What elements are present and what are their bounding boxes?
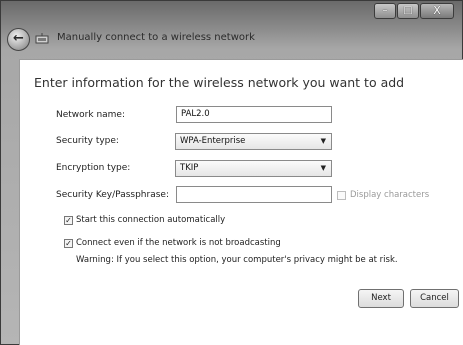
connect-hidden-label: Connect even if the network is not broad… [76, 238, 281, 248]
encryption-type-value: TKIP [180, 163, 199, 173]
encryption-type-label: Encryption type: [56, 163, 131, 173]
back-button[interactable]: ← [7, 28, 30, 51]
chevron-down-icon: ▼ [320, 137, 326, 145]
security-type-value: WPA-Enterprise [180, 136, 246, 146]
security-type-select[interactable]: WPA-Enterprise ▼ [175, 133, 332, 150]
dialog-window: – □ X ← Manually connect to a wireless n… [0, 0, 463, 345]
encryption-type-select[interactable]: TKIP ▼ [175, 160, 332, 177]
start-automatically-label: Start this connection automatically [76, 215, 226, 225]
security-type-label: Security type: [56, 136, 119, 146]
network-name-input[interactable]: PAL2.0 [176, 106, 332, 123]
network-name-label: Network name: [56, 110, 125, 120]
security-key-input[interactable] [176, 186, 332, 203]
connect-hidden-checkbox[interactable]: ✓ [64, 239, 73, 248]
minimize-button[interactable]: – [374, 3, 396, 19]
page-heading: Enter information for the wireless netwo… [34, 75, 405, 90]
start-automatically-checkbox[interactable]: ✓ [64, 216, 73, 225]
caption-buttons: – □ X [374, 3, 454, 19]
wireless-network-icon [35, 33, 49, 44]
next-button[interactable]: Next [358, 289, 404, 308]
security-key-label: Security Key/Passphrase: [56, 190, 169, 200]
privacy-warning: Warning: If you select this option, your… [76, 255, 398, 265]
maximize-button[interactable]: □ [397, 3, 419, 19]
display-characters-label: Display characters [350, 190, 430, 200]
close-button[interactable]: X [420, 3, 454, 19]
chevron-down-icon: ▼ [320, 164, 326, 172]
cancel-button[interactable]: Cancel [410, 289, 459, 308]
wizard-title: Manually connect to a wireless network [57, 32, 255, 43]
display-characters-checkbox[interactable] [337, 191, 346, 200]
